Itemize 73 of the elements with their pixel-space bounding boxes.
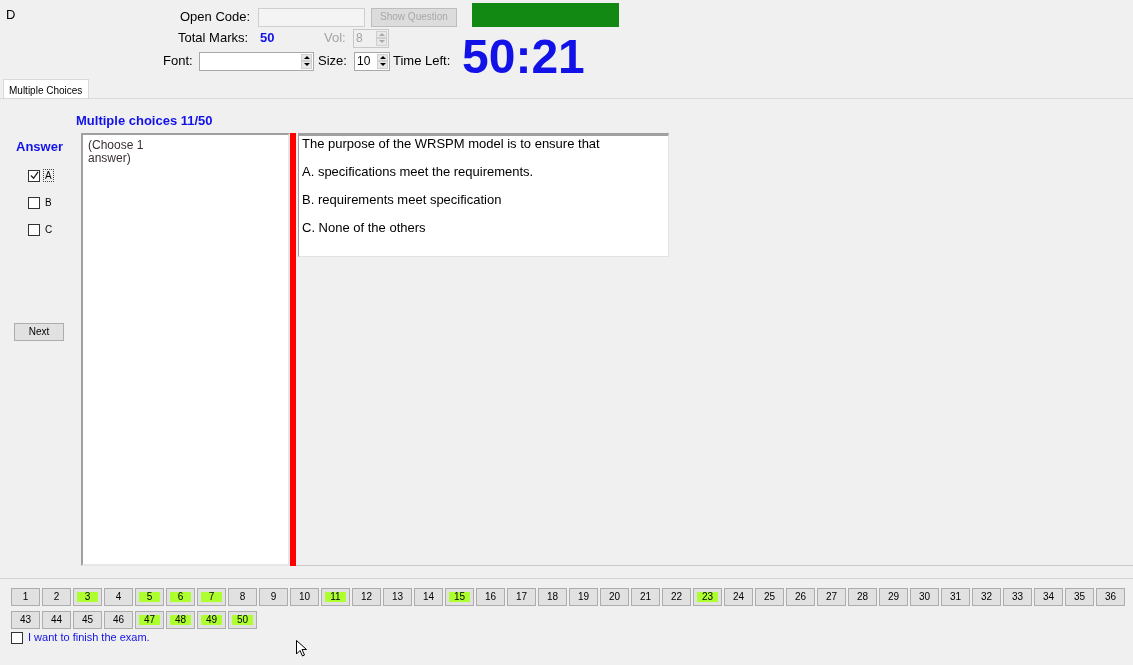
question-number-button[interactable]: 28 bbox=[848, 588, 877, 606]
question-number-button[interactable]: 1 bbox=[11, 588, 40, 606]
volume-label: Vol: bbox=[324, 30, 347, 46]
question-number-button[interactable]: 11 bbox=[321, 588, 350, 606]
total-marks-value: 50 bbox=[260, 30, 276, 46]
question-number-button[interactable]: 49 bbox=[197, 611, 226, 629]
question-number-button[interactable]: 12 bbox=[352, 588, 381, 606]
question-number-button[interactable]: 26 bbox=[786, 588, 815, 606]
question-number-button[interactable]: 44 bbox=[42, 611, 71, 629]
finish-checkbox[interactable] bbox=[11, 632, 23, 644]
question-number-button[interactable]: 32 bbox=[972, 588, 1001, 606]
instruction-text: (Choose 1 answer) bbox=[88, 139, 145, 166]
choice-text: B. requirements meet specification bbox=[302, 193, 503, 207]
question-number-button[interactable]: 17 bbox=[507, 588, 536, 606]
question-number-button[interactable]: 48 bbox=[166, 611, 195, 629]
question-number-button[interactable]: 50 bbox=[228, 611, 257, 629]
answer-checkbox[interactable] bbox=[28, 169, 40, 182]
question-number-button[interactable]: 4 bbox=[104, 588, 133, 606]
question-number-button[interactable]: 8 bbox=[228, 588, 257, 606]
tab[interactable]: Multiple Choices bbox=[3, 79, 89, 98]
question-number-button[interactable]: 3 bbox=[73, 588, 102, 606]
question-number-button[interactable]: 25 bbox=[755, 588, 784, 606]
question-number-button[interactable]: 47 bbox=[135, 611, 164, 629]
question-number-button[interactable]: 46 bbox=[104, 611, 133, 629]
question-text: The purpose of the WRSPM model is to ensure that bbox=[302, 137, 601, 151]
open-code-label: Open Code: bbox=[180, 9, 252, 25]
option-label[interactable]: B bbox=[43, 196, 54, 210]
question-number-button[interactable]: 20 bbox=[600, 588, 629, 606]
choice-text: C. None of the others bbox=[302, 221, 427, 235]
next-button[interactable]: Next bbox=[14, 322, 64, 341]
question-number-button[interactable]: 35 bbox=[1065, 588, 1094, 606]
countdown-timer: 50:21 bbox=[462, 33, 586, 81]
question-number-button[interactable]: 27 bbox=[817, 588, 846, 606]
question-number-button[interactable]: 13 bbox=[383, 588, 412, 606]
question-number-button[interactable]: 9 bbox=[259, 588, 288, 606]
open-code-field[interactable] bbox=[258, 7, 365, 27]
label-text: D bbox=[6, 7, 16, 22]
question-number-button[interactable]: 10 bbox=[290, 588, 319, 606]
question-number-button[interactable]: 16 bbox=[476, 588, 505, 606]
choice-text: A. specifications meet the requirements. bbox=[302, 165, 535, 179]
size-label: Size: bbox=[318, 53, 348, 69]
question-number-button[interactable]: 23 bbox=[693, 588, 722, 606]
answer-checkbox[interactable] bbox=[28, 223, 40, 236]
question-number-button[interactable]: 18 bbox=[538, 588, 567, 606]
question-number-button[interactable]: 5 bbox=[135, 588, 164, 606]
time-left-label: Time Left: bbox=[393, 53, 451, 69]
question-number-button[interactable]: 43 bbox=[11, 611, 40, 629]
question-number-button[interactable]: 33 bbox=[1003, 588, 1032, 606]
question-number-button[interactable]: 45 bbox=[73, 611, 102, 629]
finish-label[interactable]: I want to finish the exam. bbox=[28, 631, 150, 645]
question-number-button[interactable]: 36 bbox=[1096, 588, 1125, 606]
question-number-button[interactable]: 34 bbox=[1034, 588, 1063, 606]
option-label[interactable]: A bbox=[43, 169, 54, 183]
mouse-cursor-icon bbox=[296, 640, 307, 657]
question-number-button[interactable]: 30 bbox=[910, 588, 939, 606]
question-number-button[interactable]: 31 bbox=[941, 588, 970, 606]
question-heading: Multiple choices 11/50 bbox=[76, 113, 213, 128]
question-number-button[interactable]: 29 bbox=[879, 588, 908, 606]
question-number-button[interactable]: 22 bbox=[662, 588, 691, 606]
answer-checkbox[interactable] bbox=[28, 196, 40, 209]
question-number-button[interactable]: 6 bbox=[166, 588, 195, 606]
question-number-button[interactable]: 2 bbox=[42, 588, 71, 606]
total-marks-label: Total Marks: bbox=[178, 30, 250, 46]
question-number-button[interactable]: 7 bbox=[197, 588, 226, 606]
font-label: Font: bbox=[163, 53, 194, 69]
checkmark-icon bbox=[29, 171, 39, 181]
option-label[interactable]: C bbox=[43, 223, 55, 237]
question-number-button[interactable]: 15 bbox=[445, 588, 474, 606]
question-number-button[interactable]: 24 bbox=[724, 588, 753, 606]
answer-title: Answer bbox=[15, 139, 64, 155]
question-number-button[interactable]: 21 bbox=[631, 588, 660, 606]
question-number-button[interactable]: 19 bbox=[569, 588, 598, 606]
question-number-button[interactable]: 14 bbox=[414, 588, 443, 606]
